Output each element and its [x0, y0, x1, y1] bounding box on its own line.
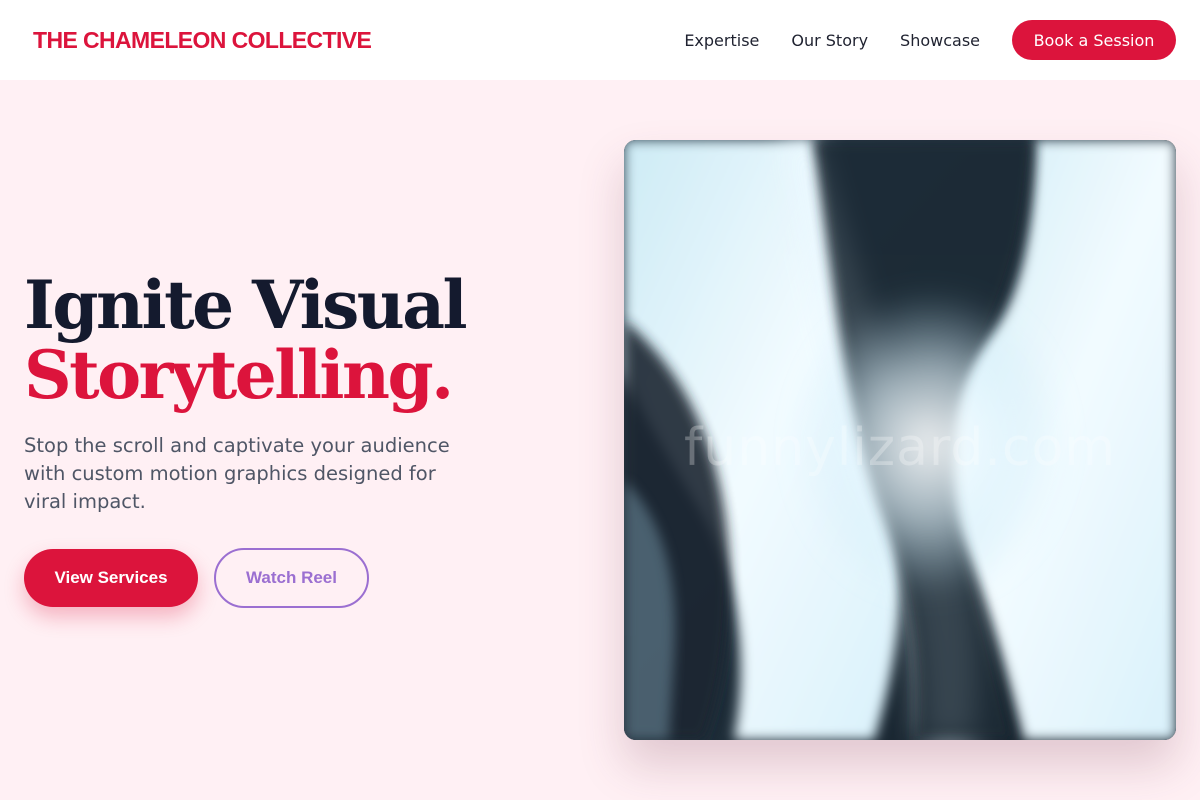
main-nav: Expertise Our Story Showcase Book a Sess… — [684, 20, 1176, 60]
hero-subtitle: Stop the scroll and captivate your audie… — [24, 434, 450, 513]
brand-logo[interactable]: THE CHAMELEON COLLECTIVE — [33, 27, 372, 54]
site-header: THE CHAMELEON COLLECTIVE Expertise Our S… — [0, 0, 1200, 80]
watch-reel-button[interactable]: Watch Reel — [214, 548, 369, 608]
nav-link-our-story[interactable]: Our Story — [791, 31, 868, 50]
nav-link-showcase[interactable]: Showcase — [900, 31, 980, 50]
hero-headline-line2: Storytelling. — [24, 336, 454, 414]
view-services-button[interactable]: View Services — [24, 549, 198, 607]
watermark-text: funnylizard.com — [683, 418, 1117, 478]
hero-content: Ignite Visual Storytelling. Stop the scr… — [24, 270, 494, 608]
hero-actions: View Services Watch Reel — [24, 548, 494, 608]
nav-link-expertise[interactable]: Expertise — [684, 31, 759, 50]
hero-headline-line1: Ignite Visual — [24, 266, 468, 344]
hero-media-image: funnylizard.com — [624, 140, 1176, 740]
hero-headline: Ignite Visual Storytelling. — [24, 270, 494, 410]
book-session-button[interactable]: Book a Session — [1012, 20, 1176, 60]
watermark-overlay: funnylizard.com — [624, 418, 1176, 618]
